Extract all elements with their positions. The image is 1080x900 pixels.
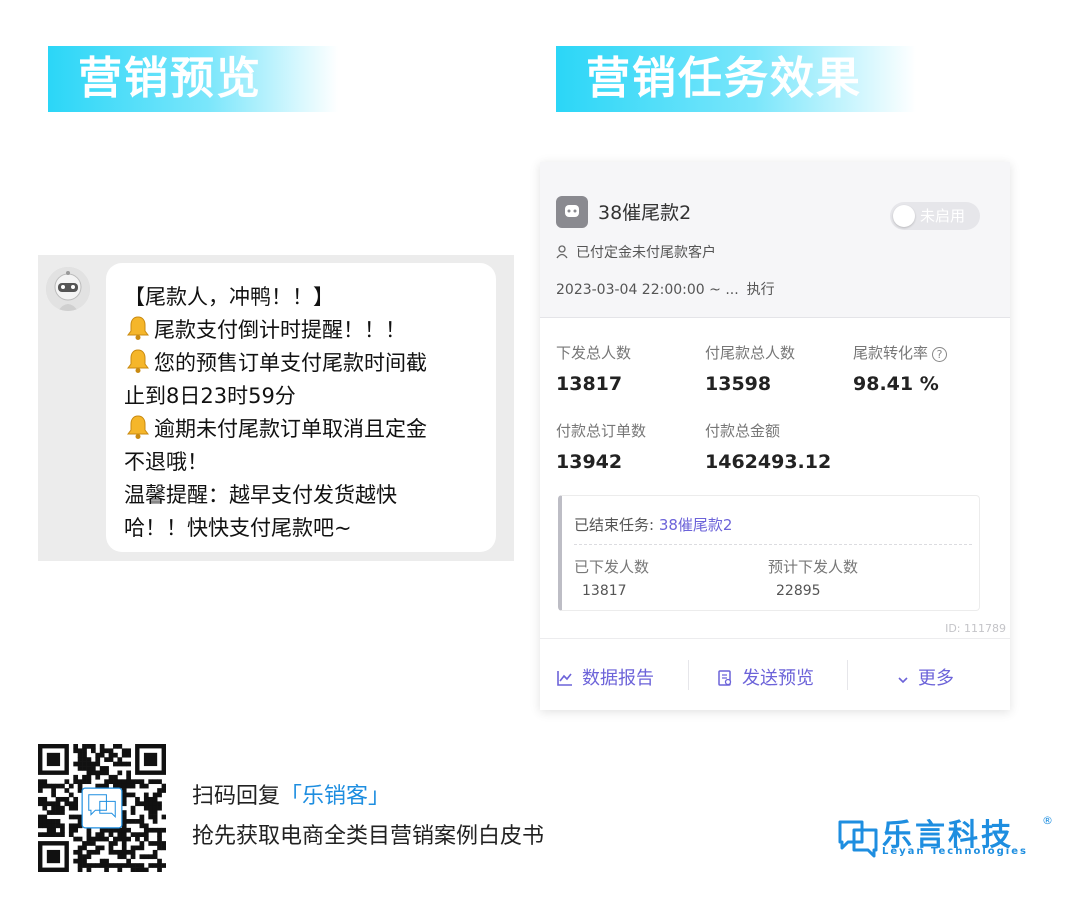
stat-order-total: 付款总订单数 13942 <box>556 420 646 473</box>
task-id: ID: 111789 <box>945 622 1006 635</box>
ended-sent-stat: 已下发人数 13817 <box>574 556 649 599</box>
task-schedule: 2023-03-04 22:00:00 ~ ... 执行 <box>556 279 775 299</box>
message-line: 不退哦！ <box>124 450 208 474</box>
bell-icon <box>127 349 149 373</box>
stat-label: 付款总金额 <box>705 422 781 440</box>
chat-bubble-logo-icon <box>838 820 878 858</box>
marketing-task-card: 38催尾款2 未启用 已付定金未付尾款客户 2023-03-04 22:00:0… <box>540 162 1010 710</box>
more-button[interactable]: 更多 <box>896 664 954 690</box>
stat-label: 尾款转化率? <box>853 342 948 363</box>
message-line: 尾款支付倒计时提醒！！！ <box>124 314 478 347</box>
registered-mark: ® <box>1042 814 1053 827</box>
qr-subtext: 抢先获取电商全类目营销案例白皮书 <box>192 824 545 849</box>
message-line: 温馨提醒：越早支付发货越快 <box>124 483 397 507</box>
message-line-text: 逾期未付尾款订单取消且定金 <box>154 417 427 441</box>
chat-message-bubble: 【尾款人，冲鸭！！】 尾款支付倒计时提醒！！！ 您的预售订单支付尾款时间截 止到… <box>106 263 496 552</box>
data-report-label: 数据报告 <box>582 668 654 689</box>
message-line: 【尾款人，冲鸭！！】 <box>124 285 334 309</box>
stat-value: 13598 <box>705 373 772 395</box>
schedule-time: 2023-03-04 22:00:00 ~ ... <box>556 282 739 298</box>
stat-label: 下发总人数 <box>556 344 632 362</box>
ended-expected-value: 22895 <box>776 583 821 599</box>
message-line-text: 您的预售订单支付尾款时间截 <box>154 351 427 375</box>
ended-expected-label: 预计下发人数 <box>768 558 859 576</box>
brand-logo: 乐言科技 Leyan Technologies ® <box>836 810 1056 866</box>
bell-icon <box>127 415 149 439</box>
ended-sent-label: 已下发人数 <box>574 558 650 576</box>
ended-task-header: 已结束任务: 38催尾款2 <box>574 514 732 535</box>
message-line: 哈！！快快支付尾款吧~ <box>124 516 352 540</box>
stat-value: 1462493.12 <box>705 451 832 473</box>
stat-conversion-rate: 尾款转化率? 98.41 % <box>853 342 948 395</box>
toggle-label: 未启用 <box>920 207 966 225</box>
message-line: 止到8日23时59分 <box>124 384 296 408</box>
document-preview-icon <box>718 670 732 686</box>
stat-amount-total: 付款总金额 1462493.12 <box>705 420 831 473</box>
send-preview-button[interactable]: 发送预览 <box>716 664 814 690</box>
stat-value: 98.41 % <box>853 373 939 395</box>
message-line-text: 尾款支付倒计时提醒！！！ <box>154 318 406 342</box>
ended-expected-stat: 预计下发人数 22895 <box>768 556 858 599</box>
more-label: 更多 <box>918 668 954 689</box>
ended-task-divider <box>574 544 972 545</box>
qr-instruction: 扫码回复「乐销客」 <box>192 778 390 810</box>
task-card-header: 38催尾款2 未启用 已付定金未付尾款客户 2023-03-04 22:00:0… <box>540 162 1010 318</box>
task-type-icon <box>556 196 588 228</box>
bell-icon <box>127 316 149 340</box>
line-chart-icon <box>557 671 572 686</box>
stat-sent-total: 下发总人数 13817 <box>556 342 631 395</box>
message-line: 您的预售订单支付尾款时间截 <box>124 347 478 380</box>
audience-text: 已付定金未付尾款客户 <box>576 245 716 261</box>
brand-name-en: Leyan Technologies <box>882 846 1028 857</box>
ended-task-box: 已结束任务: 38催尾款2 已下发人数 13817 预计下发人数 22895 <box>558 495 980 611</box>
message-line: 逾期未付尾款订单取消且定金 <box>124 413 478 446</box>
ended-sent-value: 13817 <box>582 583 627 599</box>
data-report-button[interactable]: 数据报告 <box>556 664 654 690</box>
chevron-down-icon <box>898 677 908 684</box>
ended-task-label: 已结束任务: <box>574 516 655 534</box>
action-separator <box>847 660 848 690</box>
send-preview-label: 发送预览 <box>742 668 814 689</box>
robot-avatar-icon <box>46 267 90 311</box>
qr-code <box>38 744 167 873</box>
toggle-knob <box>893 205 915 227</box>
stat-label: 付款总订单数 <box>556 422 647 440</box>
task-enable-toggle[interactable]: 未启用 <box>890 202 980 230</box>
schedule-exec-label: 执行 <box>746 282 775 298</box>
user-group-icon <box>556 245 568 259</box>
section-title-marketing-preview: 营销预览 <box>48 46 338 112</box>
stat-label: 付尾款总人数 <box>705 344 796 362</box>
help-icon[interactable]: ? <box>932 347 948 362</box>
stat-value: 13817 <box>556 373 623 395</box>
qr-scan-text: 扫码回复 <box>192 784 281 809</box>
action-separator <box>688 660 689 690</box>
chat-preview-panel: 【尾款人，冲鸭！！】 尾款支付倒计时提醒！！！ 您的预售订单支付尾款时间截 止到… <box>38 255 514 561</box>
stat-paid-total: 付尾款总人数 13598 <box>705 342 795 395</box>
task-name: 38催尾款2 <box>598 202 692 224</box>
task-audience: 已付定金未付尾款客户 <box>556 242 716 262</box>
stat-value: 13942 <box>556 451 623 473</box>
card-divider <box>540 638 1010 639</box>
qr-keyword: 「乐销客」 <box>280 784 391 809</box>
ended-task-link[interactable]: 38催尾款2 <box>659 516 733 534</box>
section-title-task-effect: 营销任务效果 <box>556 46 916 112</box>
